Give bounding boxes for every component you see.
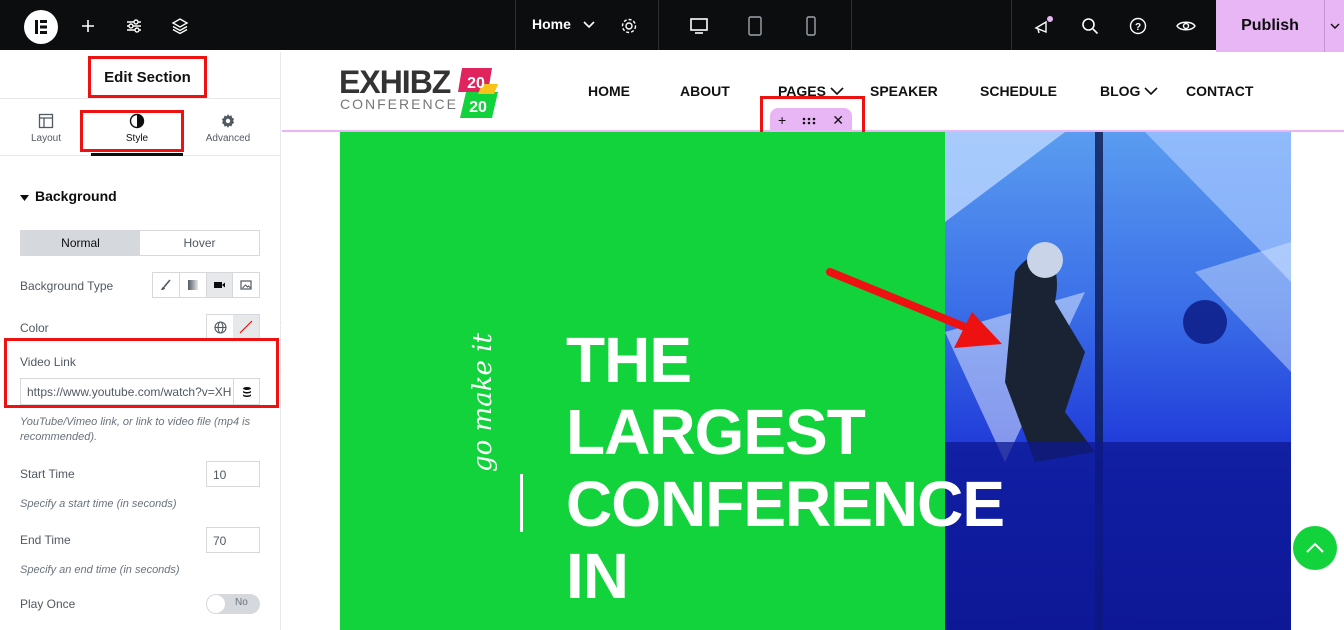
red-annotation-arrow-icon [826,268,1002,348]
tab-layout-label: Layout [30,132,62,144]
end-time-label: End Time [20,533,71,547]
video-link-label: Video Link [20,355,76,369]
nav-speaker[interactable]: SPEAKER [870,83,938,99]
help-icon[interactable]: ? [1126,14,1150,38]
chevron-up-icon [1306,542,1324,553]
panel-title: Edit Section [88,56,207,98]
brush-classic-icon[interactable] [153,273,180,297]
publish-options-chevron-icon[interactable] [1324,0,1344,52]
desktop-view-icon[interactable] [687,14,711,38]
nav-home[interactable]: HOME [588,83,630,99]
page-name: Home [532,16,571,32]
slideshow-image-icon[interactable] [233,273,259,297]
global-colors-globe-icon[interactable] [207,315,233,339]
hero-title: THE LARGEST CONFERENCE IN [566,324,1005,612]
tablet-view-icon[interactable] [743,14,767,38]
play-once-label: Play Once [20,597,76,611]
site-settings-icon[interactable] [122,14,146,38]
play-once-switch[interactable]: No [206,594,260,614]
state-toggle: Normal Hover [20,230,260,256]
gear-icon [221,113,235,128]
nav-blog-label: BLOG [1100,83,1141,99]
publish-label: Publish [1241,17,1299,34]
nav-contact[interactable]: CONTACT [1186,83,1253,99]
chevron-down-icon [1144,83,1159,99]
tab-advanced[interactable]: Advanced [182,99,274,157]
nav-about[interactable]: ABOUT [680,83,730,99]
site-logo-sub: CONFERENCE [340,96,459,112]
video-link-input[interactable]: https://www.youtube.com/watch?v=XH [20,378,260,405]
start-time-label: Start Time [20,467,75,481]
start-time-hint: Specify a start time (in seconds) [20,498,177,510]
end-time-input[interactable]: 70 [206,527,260,553]
switch-knob [207,595,225,613]
layout-icon [38,113,54,128]
add-element-icon[interactable] [76,14,100,38]
search-icon[interactable] [1078,14,1102,38]
editor-panel: Edit Section Layout Style Advanced Backg… [0,52,281,630]
preview-eye-icon[interactable] [1174,14,1198,38]
color-swatch-empty[interactable] [233,315,259,339]
background-type-control [152,272,260,298]
start-time-input[interactable]: 10 [206,461,260,487]
svg-text:?: ? [1135,22,1141,33]
mobile-view-icon[interactable] [799,14,823,38]
scroll-to-top-button[interactable] [1293,526,1337,570]
hero-line: IN [566,540,629,612]
color-label: Color [20,321,49,335]
hero-line: CONFERENCE [566,468,1005,540]
active-tab-indicator [91,153,183,156]
publish-button[interactable]: Publish [1216,0,1324,52]
style-tab-highlight [80,110,184,152]
hero-vertical-line [520,474,523,532]
video-link-value: https://www.youtube.com/watch?v=XH [27,385,232,399]
structure-layers-icon[interactable] [168,14,192,38]
chevron-down-icon [583,16,595,32]
video-camera-icon[interactable] [206,273,234,297]
nav-schedule[interactable]: SCHEDULE [980,83,1057,99]
background-section-title: Background [35,188,117,204]
state-normal-tab[interactable]: Normal [21,231,140,255]
editor-topbar: Home ? Publish [0,0,1344,52]
notifications-megaphone-icon[interactable] [1031,14,1055,38]
page-selector[interactable]: Home [532,16,595,32]
state-hover-tab[interactable]: Hover [140,231,259,255]
elementor-logo-icon[interactable] [24,10,58,44]
logo-year-bottom: 20 [469,99,487,116]
tab-layout[interactable]: Layout [0,99,92,157]
page-settings-gear-icon[interactable] [617,14,641,38]
dynamic-tags-database-icon[interactable] [233,379,259,404]
gradient-icon[interactable] [180,273,207,297]
tab-advanced-label: Advanced [205,132,251,144]
play-once-state: No [235,597,248,608]
background-type-label: Background Type [20,279,114,293]
site-preview: EXHIBZ CONFERENCE 20 20 HOME ABOUT PAGES… [282,52,1344,630]
hero-line: LARGEST [566,396,866,468]
color-control [206,314,260,340]
end-time-hint: Specify an end time (in seconds) [20,564,180,576]
hero-script-text: go make it [468,333,498,472]
video-link-hint: YouTube/Vimeo link, or link to video fil… [20,416,251,443]
nav-blog[interactable]: BLOG [1100,83,1159,99]
background-section-toggle[interactable]: Background [20,188,117,204]
logo-year-top: 20 [467,75,485,92]
caret-down-icon [20,188,29,204]
logo-2020-badge-icon: 20 20 [458,68,498,118]
